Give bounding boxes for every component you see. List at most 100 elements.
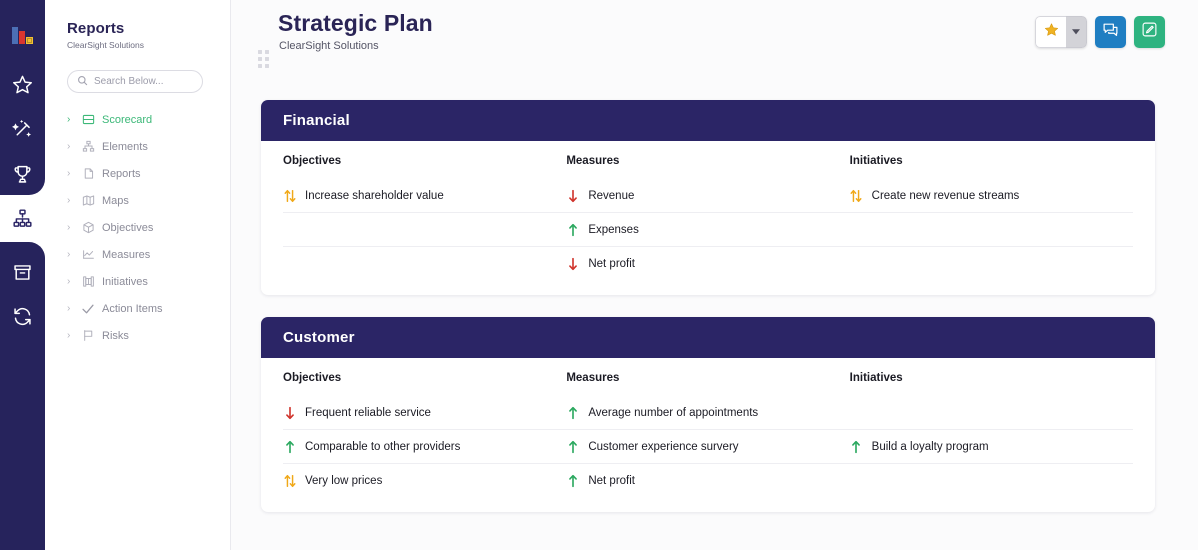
card-title: Customer	[261, 317, 1155, 358]
favorite-split-button	[1035, 16, 1087, 48]
sidebar-item-action-items[interactable]: › Action Items	[45, 295, 230, 322]
column-header-measures: Measures	[566, 372, 620, 384]
trend-updown-icon	[850, 189, 863, 203]
nav-list: › Scorecard › Elements › Reports › Maps …	[45, 106, 230, 349]
item-label: Increase shareholder value	[305, 189, 444, 202]
list-item[interactable]: Net profit	[566, 247, 849, 281]
page-title: Strategic Plan	[278, 10, 433, 36]
elements-icon	[81, 140, 95, 154]
chevron-right-icon: ›	[67, 167, 71, 179]
list-item[interactable]: Revenue	[566, 179, 850, 213]
trend-up-icon	[566, 223, 579, 237]
favorite-button[interactable]	[1035, 16, 1066, 48]
archive-box-icon[interactable]	[0, 250, 45, 294]
magic-wand-icon[interactable]	[0, 107, 45, 151]
item-label: Comparable to other providers	[305, 440, 461, 453]
sidebar-item-measures[interactable]: › Measures	[45, 241, 230, 268]
chevron-right-icon: ›	[67, 113, 71, 125]
reports-icon	[81, 167, 95, 181]
trophy-icon[interactable]	[0, 152, 45, 196]
trend-down-icon	[566, 257, 579, 271]
objectives-icon	[81, 221, 95, 235]
list-item[interactable]: Create new revenue streams	[849, 179, 1133, 213]
flag-icon	[81, 329, 95, 343]
item-label: Customer experience survery	[588, 440, 739, 453]
perspective-cards: Financial Objectives Measures Initiative…	[231, 100, 1198, 512]
drag-handle-icon[interactable]	[258, 50, 269, 68]
sidebar-item-label: Objectives	[102, 221, 154, 234]
edit-pencil-icon	[1141, 21, 1158, 43]
item-label: Create new revenue streams	[871, 189, 1020, 202]
trend-up-icon	[283, 440, 296, 454]
item-label: Net profit	[588, 475, 635, 487]
card-columns: Frequent reliable service Comparable to …	[283, 396, 1133, 498]
objectives-column: Frequent reliable service Comparable to …	[283, 396, 567, 498]
search-icon	[77, 73, 88, 91]
sidebar-item-risks[interactable]: › Risks	[45, 322, 230, 349]
comment-button[interactable]	[1095, 16, 1126, 48]
org-chart-icon	[13, 209, 32, 227]
page-header: Strategic Plan ClearSight Solutions	[231, 0, 1198, 100]
list-item[interactable]: Build a loyalty program	[849, 430, 1133, 464]
trend-up-icon	[566, 474, 579, 488]
trend-down-icon	[566, 189, 579, 203]
edit-button[interactable]	[1134, 16, 1165, 48]
chevron-right-icon: ›	[67, 275, 71, 287]
trend-updown-icon	[283, 189, 296, 203]
column-header-initiatives: Initiatives	[849, 155, 903, 167]
list-item[interactable]: Average number of appointments	[566, 396, 850, 430]
sidebar-item-scorecards-active[interactable]	[0, 195, 45, 242]
logo-icon[interactable]	[0, 14, 45, 58]
item-label: Expenses	[588, 223, 639, 236]
sidebar-item-initiatives[interactable]: › Initiatives	[45, 268, 230, 295]
main-content: Strategic Plan ClearSight Solutions Fina…	[231, 0, 1198, 550]
column-headers: Objectives Measures Initiatives	[283, 372, 1133, 396]
sidebar-item-label: Initiatives	[102, 275, 148, 288]
trend-up-icon	[566, 406, 579, 420]
item-label: Build a loyalty program	[871, 440, 989, 453]
search-box[interactable]	[67, 70, 203, 93]
maps-icon	[81, 194, 95, 208]
header-actions	[1035, 16, 1165, 48]
chevron-right-icon: ›	[67, 140, 71, 152]
list-item-empty	[850, 247, 1133, 281]
perspective-card-financial: Financial Objectives Measures Initiative…	[261, 100, 1155, 295]
column-header-initiatives: Initiatives	[849, 372, 903, 384]
list-item[interactable]: Frequent reliable service	[283, 396, 567, 430]
list-item-empty	[850, 464, 1133, 498]
sidebar-item-label: Action Items	[102, 302, 163, 315]
chevron-right-icon: ›	[67, 194, 71, 206]
comment-icon	[1102, 21, 1119, 43]
search-input[interactable]	[94, 76, 193, 87]
reports-nav-panel: Reports ClearSight Solutions ›	[45, 0, 231, 550]
list-item-empty	[283, 247, 566, 281]
list-item[interactable]: Expenses	[566, 213, 850, 247]
check-icon	[81, 302, 95, 316]
item-label: Net profit	[588, 258, 635, 270]
measures-column: Revenue Expenses Net profit	[566, 179, 850, 281]
item-label: Very low prices	[305, 475, 383, 487]
sidebar-item-scorecard[interactable]: › Scorecard	[45, 106, 230, 133]
star-icon[interactable]	[0, 62, 45, 106]
chevron-right-icon: ›	[67, 221, 71, 233]
sidebar-item-reports[interactable]: › Reports	[45, 160, 230, 187]
sync-icon[interactable]	[0, 294, 45, 338]
column-header-objectives: Objectives	[283, 155, 342, 167]
page-subtitle: ClearSight Solutions	[279, 40, 379, 52]
list-item[interactable]: Customer experience survery	[566, 430, 850, 464]
chevron-down-icon	[1072, 28, 1080, 37]
sidebar-item-label: Measures	[102, 248, 151, 261]
sidebar-item-label: Scorecard	[102, 113, 153, 126]
list-item-empty	[283, 213, 567, 247]
sidebar-item-maps[interactable]: › Maps	[45, 187, 230, 214]
item-label: Frequent reliable service	[305, 406, 431, 419]
chevron-right-icon: ›	[67, 329, 71, 341]
favorite-dropdown-button[interactable]	[1066, 16, 1087, 48]
list-item[interactable]: Increase shareholder value	[283, 179, 567, 213]
list-item[interactable]: Very low prices	[283, 464, 566, 498]
sidebar-item-elements[interactable]: › Elements	[45, 133, 230, 160]
sidebar-item-objectives[interactable]: › Objectives	[45, 214, 230, 241]
item-label: Revenue	[588, 189, 635, 202]
list-item[interactable]: Net profit	[566, 464, 849, 498]
list-item[interactable]: Comparable to other providers	[283, 430, 567, 464]
